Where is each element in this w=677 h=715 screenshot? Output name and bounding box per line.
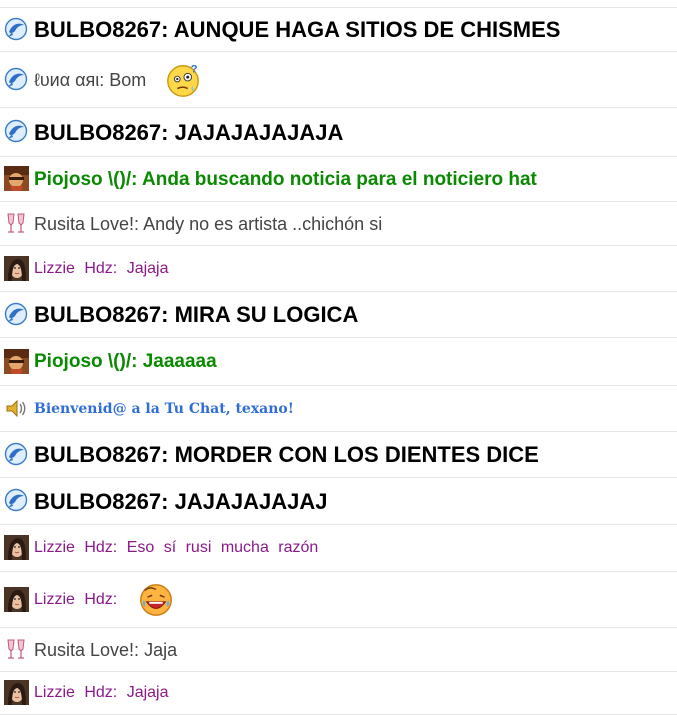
woman-avatar-icon — [4, 535, 29, 560]
dolphin-icon — [4, 302, 29, 327]
message-text: Jaja — [139, 640, 178, 660]
dolphin-icon — [4, 488, 29, 513]
pirate-avatar-icon — [4, 349, 29, 374]
message-text: Piojoso \()/: Jaaaaaa — [34, 351, 217, 372]
message-text: Lizzie Hdz: Eso sí rusi mucha razón — [34, 539, 319, 556]
chat-message: Bienvenid@ a la Tu Chat, texano! — [0, 386, 677, 432]
dolphin-icon — [4, 17, 29, 42]
system-notice: Bienvenid@ a la Tu Chat, texano! — [34, 401, 294, 417]
dolphin-icon — [4, 442, 29, 467]
chat-message: BULBO8267: AUNQUE HAGA SITIOS DE CHISMES — [0, 8, 677, 52]
woman-avatar-icon — [4, 680, 29, 705]
chat-message: ℓυиα αяι: Bom ? — [0, 52, 677, 108]
message-text: BULBO8267: JAJAJAJAJAJ — [34, 489, 328, 514]
chat-message: Rusita Love!: Andy no es artista ..chich… — [0, 202, 677, 246]
chat-message: Lizzie Hdz: — [0, 572, 677, 628]
previous-message-divider — [0, 0, 677, 8]
chat-message: Lizzie Hdz: Jajaja — [0, 672, 677, 715]
sender-name[interactable]: ℓυиα αяι: — [34, 70, 104, 90]
chat-message: BULBO8267: JAJAJAJAJAJA — [0, 108, 677, 157]
message-line: Rusita Love!: Andy no es artista ..chich… — [34, 214, 382, 235]
champagne-glasses-icon — [4, 211, 29, 236]
chat-log[interactable]: BULBO8267: AUNQUE HAGA SITIOS DE CHISMES… — [0, 0, 677, 715]
message-line: ℓυиα αяι: Bom — [34, 70, 146, 91]
chat-message: Lizzie Hdz: Jajaja — [0, 246, 677, 292]
message-text: Bom — [104, 70, 147, 90]
pirate-avatar-icon — [4, 166, 29, 191]
sender-name[interactable]: Rusita Love!: — [34, 640, 139, 660]
message-text: Lizzie Hdz: — [34, 591, 118, 608]
chat-message: BULBO8267: MIRA SU LOGICA — [0, 292, 677, 338]
dolphin-icon — [4, 119, 29, 144]
message-text: Lizzie Hdz: Jajaja — [34, 260, 169, 277]
message-text: BULBO8267: JAJAJAJAJAJA — [34, 120, 344, 145]
chat-message: Piojoso \()/: Anda buscando noticia para… — [0, 157, 677, 202]
message-line: Rusita Love!: Jaja — [34, 640, 177, 661]
dolphin-icon — [4, 67, 29, 92]
chat-message: Piojoso \()/: Jaaaaaa — [0, 338, 677, 386]
laughing-crying-emoji — [137, 581, 175, 624]
champagne-glasses-icon — [4, 637, 29, 662]
speaker-icon — [4, 396, 29, 421]
chat-message: BULBO8267: MORDER CON LOS DIENTES DICE — [0, 432, 677, 478]
message-text: BULBO8267: AUNQUE HAGA SITIOS DE CHISMES — [34, 17, 561, 42]
message-text: Andy no es artista ..chichón si — [139, 214, 383, 234]
thinking-face-emoji: ? — [164, 61, 202, 104]
chat-message: Lizzie Hdz: Eso sí rusi mucha razón — [0, 525, 677, 572]
sender-name[interactable]: Rusita Love!: — [34, 214, 139, 234]
woman-avatar-icon — [4, 587, 29, 612]
message-text: BULBO8267: MIRA SU LOGICA — [34, 302, 359, 327]
chat-message: Rusita Love!: Jaja — [0, 628, 677, 672]
chat-message: BULBO8267: JAJAJAJAJAJ — [0, 478, 677, 525]
svg-text:?: ? — [191, 63, 198, 75]
message-text: Lizzie Hdz: Jajaja — [34, 684, 169, 701]
woman-avatar-icon — [4, 256, 29, 281]
message-text: Piojoso \()/: Anda buscando noticia para… — [34, 169, 537, 190]
message-text: BULBO8267: MORDER CON LOS DIENTES DICE — [34, 442, 539, 467]
